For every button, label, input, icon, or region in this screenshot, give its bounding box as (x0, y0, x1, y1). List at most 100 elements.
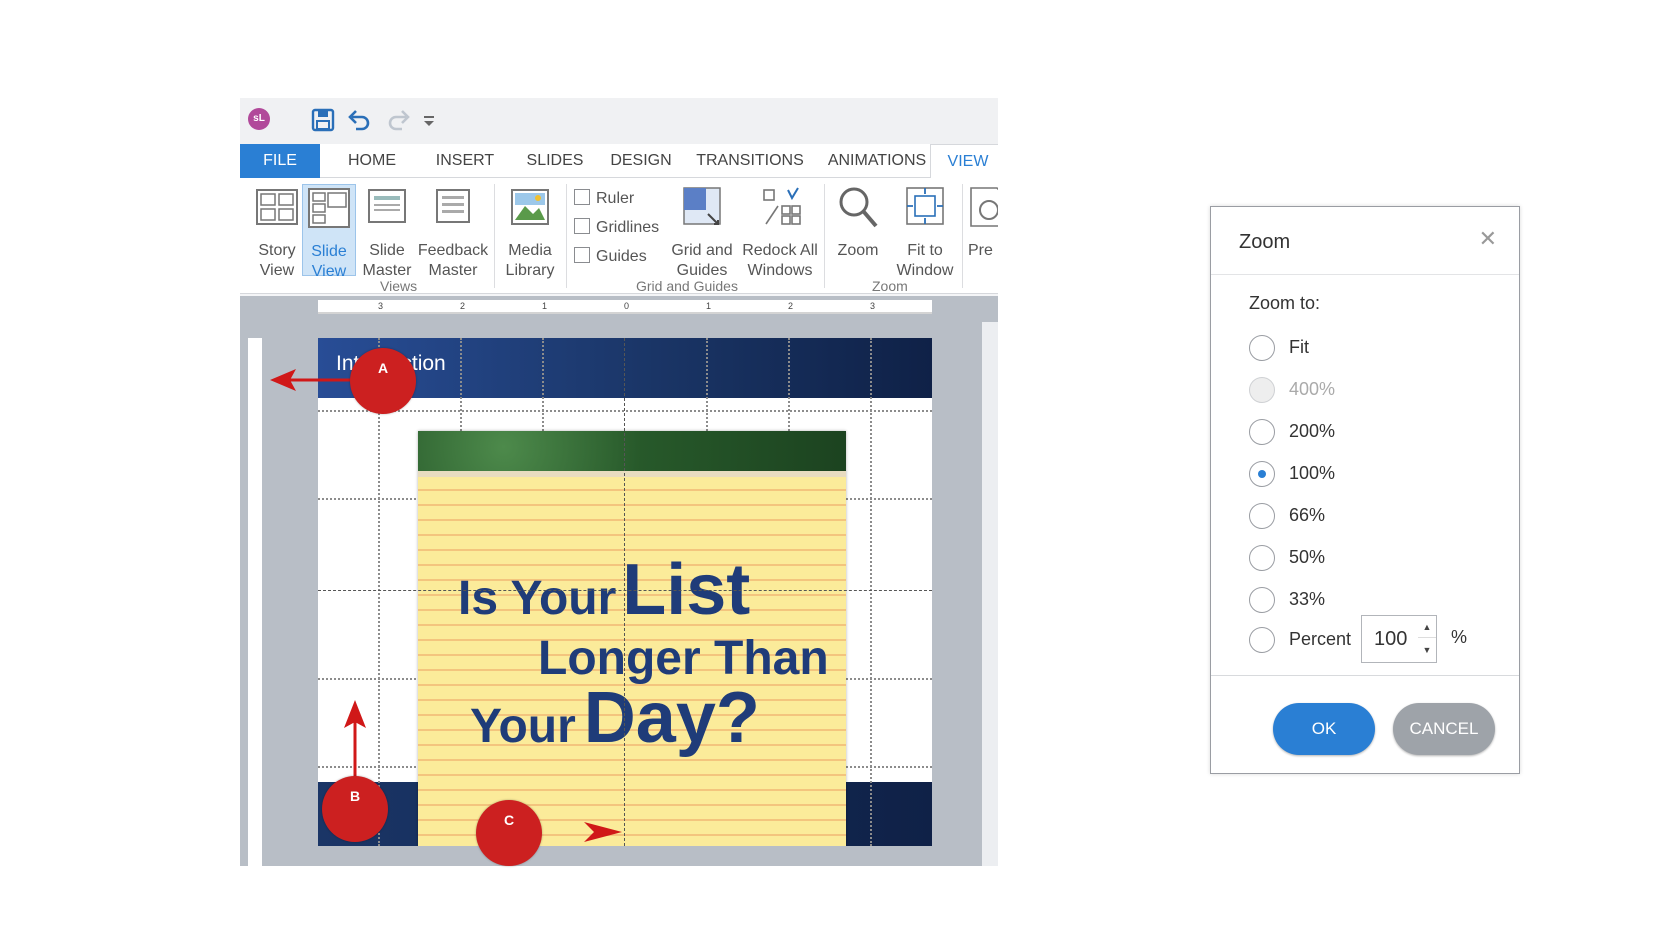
percent-stepper[interactable]: 100 ▲ ▼ (1361, 615, 1437, 663)
group-label-grid-guides: Grid and Guides (636, 278, 738, 294)
horizontal-guide[interactable] (318, 590, 932, 591)
notepad-text: Your (470, 700, 576, 753)
preview-button[interactable]: Pre (964, 184, 998, 276)
feedback-master-button[interactable]: Feedback Master (416, 184, 490, 279)
zoom-option-fit[interactable]: Fit (1249, 333, 1309, 362)
tab-view[interactable]: VIEW (930, 144, 998, 179)
slide-master-button[interactable]: Slide Master (358, 184, 416, 279)
close-button[interactable]: ✕ (1479, 227, 1497, 251)
stepper-down-button[interactable]: ▼ (1418, 639, 1436, 661)
horizontal-ruler[interactable]: 3 2 1 0 1 2 3 (318, 300, 932, 314)
screenshot-stage: sL FILE HOME INSERT SLIDES DESIGN TRANSI… (0, 0, 1680, 946)
tab-animations[interactable]: ANIMATIONS (808, 144, 946, 178)
tab-transitions[interactable]: TRANSITIONS (684, 144, 816, 178)
story-view-button[interactable]: Story View (250, 184, 304, 279)
ribbon-tabs: FILE HOME INSERT SLIDES DESIGN TRANSITIO… (240, 144, 998, 179)
stepper-up-button[interactable]: ▲ (1418, 616, 1436, 638)
zoom-option-percent[interactable]: Percent (1249, 625, 1351, 654)
radio-button[interactable] (1249, 545, 1275, 572)
ruler-checkbox[interactable]: Ruler (574, 188, 634, 210)
ruler-tick-label: 3 (870, 301, 876, 311)
cancel-button[interactable]: CANCEL (1393, 703, 1495, 755)
gridlines-checkbox[interactable]: Gridlines (574, 217, 659, 239)
quick-access-toolbar: sL (240, 98, 998, 144)
slide-master-icon (368, 189, 406, 223)
option-label: 33% (1289, 589, 1326, 609)
option-label: 400% (1289, 379, 1336, 399)
media-library-button[interactable]: Media Library (498, 184, 562, 279)
notepad-image[interactable]: Is YourList Longer Than Your Day? (418, 431, 846, 846)
ruler-label: Ruler (596, 190, 635, 207)
redo-icon (388, 110, 410, 131)
ribbon-view-panel: Story View Slide View Slide Master Feedb… (240, 178, 998, 294)
checkbox-box (574, 218, 590, 234)
preview-label: Pre (968, 242, 993, 259)
tab-design[interactable]: DESIGN (596, 144, 686, 178)
zoom-option-100[interactable]: 100% (1249, 459, 1336, 488)
tab-home[interactable]: HOME (332, 144, 412, 178)
checkbox-box (574, 189, 590, 205)
ruler-tick-label: 2 (460, 301, 466, 311)
customize-toolbar-button[interactable] (420, 107, 438, 133)
redock-windows-icon (763, 187, 801, 225)
tab-file[interactable]: FILE (240, 144, 320, 178)
ruler-tick-label: 2 (788, 301, 794, 311)
slide-view-button[interactable]: Slide View (302, 184, 356, 280)
zoom-option-200[interactable]: 200% (1249, 417, 1336, 446)
zoom-option-50[interactable]: 50% (1249, 543, 1325, 572)
slide-canvas[interactable]: Introduction Is YourList Longer Than You (318, 338, 932, 846)
feedback-master-label-1: Feedback (417, 242, 489, 259)
chevron-down-icon (424, 116, 434, 126)
slide-view-label-2: View (311, 263, 347, 280)
radio-button-selected[interactable] (1249, 461, 1275, 488)
fit-to-window-icon (906, 187, 944, 225)
redo-button[interactable] (386, 107, 412, 133)
notepad-text-bold: Day? (583, 678, 760, 758)
ribbon-separator (566, 184, 567, 288)
dialog-title: Zoom (1239, 231, 1291, 253)
guides-label: Guides (596, 248, 647, 265)
app-window: sL FILE HOME INSERT SLIDES DESIGN TRANSI… (240, 98, 998, 866)
radio-button-disabled (1249, 377, 1275, 404)
zoom-option-33[interactable]: 33% (1249, 585, 1326, 614)
radio-button[interactable] (1249, 587, 1275, 614)
option-label: 200% (1289, 421, 1336, 441)
guides-checkbox[interactable]: Guides (574, 246, 647, 268)
zoom-option-66[interactable]: 66% (1249, 501, 1325, 530)
tab-insert[interactable]: INSERT (420, 144, 510, 178)
vertical-scrollbar[interactable] (982, 322, 998, 866)
fit-to-window-button[interactable]: Fit to Window (890, 184, 960, 279)
radio-button[interactable] (1249, 419, 1275, 446)
ruler-tick-label: 1 (706, 301, 712, 311)
radio-button[interactable] (1249, 627, 1275, 654)
ok-button[interactable]: OK (1273, 703, 1375, 755)
callout-b-label: B (349, 788, 361, 804)
notepad-text: Is Your (458, 572, 617, 625)
ribbon-separator (494, 184, 495, 288)
radio-button[interactable] (1249, 335, 1275, 362)
radio-button[interactable] (1249, 503, 1275, 530)
vertical-guide[interactable] (624, 338, 625, 846)
vertical-ruler[interactable] (248, 338, 262, 866)
checkbox-box (574, 247, 590, 263)
option-label: 100% (1289, 463, 1336, 483)
percent-sign: % (1451, 627, 1468, 647)
story-view-label-2: View (259, 262, 295, 279)
slide-view-label-1: Slide (311, 243, 347, 260)
ruler-tick-label: 0 (624, 301, 630, 311)
gridline (378, 338, 380, 846)
tab-slides[interactable]: SLIDES (510, 144, 600, 178)
magnifier-icon (839, 187, 878, 228)
callout-c-label: C (503, 812, 515, 828)
gridline (870, 338, 872, 846)
media-library-label-1: Media (508, 242, 552, 259)
undo-button[interactable] (346, 107, 372, 133)
callout-a: A (350, 348, 416, 414)
group-label-views: Views (380, 278, 418, 294)
redock-all-windows-button[interactable]: Redock All Windows (740, 184, 820, 279)
slide-view-icon (308, 188, 350, 228)
grid-and-guides-label-1: Grid and (671, 242, 733, 259)
save-button[interactable] (310, 107, 336, 133)
grid-and-guides-button[interactable]: Grid and Guides (666, 184, 738, 279)
zoom-button[interactable]: Zoom (830, 184, 886, 276)
